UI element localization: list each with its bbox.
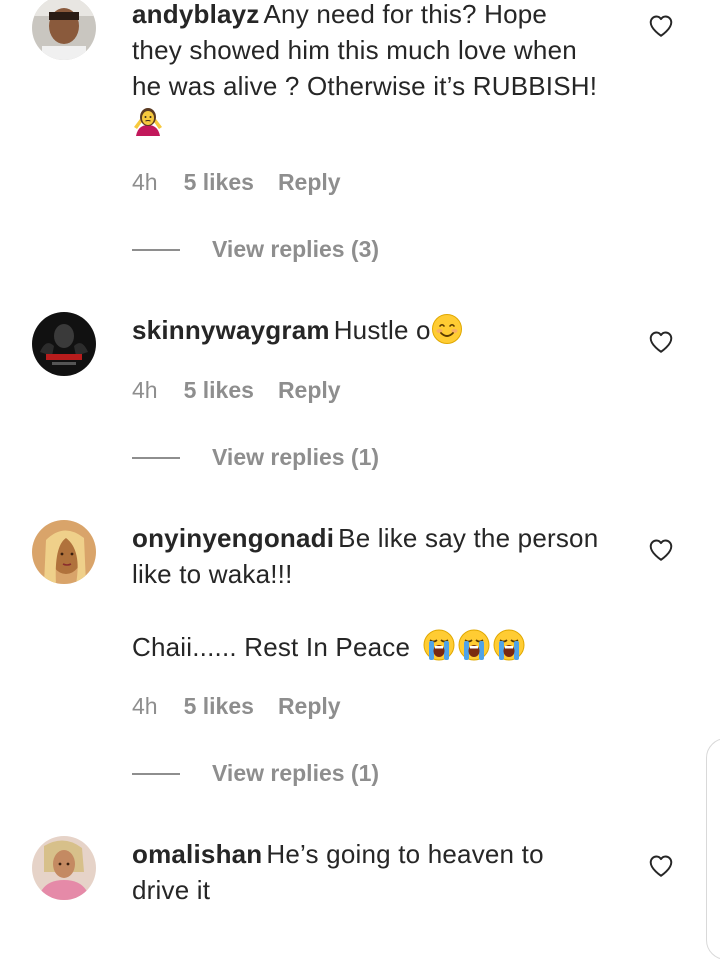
divider <box>132 773 180 775</box>
comment-time: 4h <box>132 377 158 403</box>
divider <box>132 457 180 459</box>
view-replies-label: View replies (1) <box>212 444 380 470</box>
comment-username[interactable]: onyinyengonadi <box>132 523 334 553</box>
heart-outline-icon[interactable] <box>648 329 674 355</box>
person-shrugging-emoji <box>132 105 164 146</box>
avatar[interactable] <box>32 0 96 60</box>
comment-username[interactable]: skinnywaygram <box>132 315 330 345</box>
reply-button[interactable]: Reply <box>278 377 341 403</box>
comment-meta: 4h 5 likes Reply <box>132 375 341 405</box>
comment-body: Any need for this? Hope <box>263 0 548 29</box>
comment-text: omalishan He’s going to heaven to drive i… <box>132 836 622 908</box>
avatar[interactable] <box>32 312 96 376</box>
comment-body: they showed him this much love when <box>132 35 577 65</box>
comment-body: he was alive ? Otherwise it’s RUBBISH! <box>132 71 598 101</box>
comment-username[interactable]: andyblayz <box>132 0 260 29</box>
comment-body: Hustle o <box>333 315 431 345</box>
heart-outline-icon[interactable] <box>648 537 674 563</box>
smiling-face-emoji <box>431 313 463 354</box>
comment-time: 4h <box>132 169 158 195</box>
avatar[interactable] <box>32 836 96 900</box>
likes-count[interactable]: 5 likes <box>184 377 254 403</box>
comment-body: Chaii...... Rest In Peace <box>132 632 411 662</box>
likes-count[interactable]: 5 likes <box>184 169 254 195</box>
avatar[interactable] <box>32 520 96 584</box>
heart-outline-icon[interactable] <box>648 13 674 39</box>
comment-meta: 4h 5 likes Reply <box>132 167 341 197</box>
heart-outline-icon[interactable] <box>648 853 674 879</box>
comment-time: 4h <box>132 693 158 719</box>
comment-username[interactable]: omalishan <box>132 839 262 869</box>
partially-visible-panel <box>706 738 720 960</box>
comment-body: He’s going to heaven to <box>266 839 544 869</box>
divider <box>132 249 180 251</box>
comment-meta: 4h 5 likes Reply <box>132 691 341 721</box>
loudly-crying-face-emoji <box>422 628 526 671</box>
comment-body: like to waka!!! <box>132 559 293 589</box>
comment-text: skinnywaygram Hustle o <box>132 312 622 354</box>
likes-count[interactable]: 5 likes <box>184 693 254 719</box>
reply-button[interactable]: Reply <box>278 169 341 195</box>
comment-text: andyblayz Any need for this? Hope they sh… <box>132 0 622 146</box>
comment-text: onyinyengonadi Be like say the person lik… <box>132 520 622 671</box>
comment-body: Be like say the person <box>338 523 599 553</box>
comment-body: drive it <box>132 875 211 905</box>
reply-button[interactable]: Reply <box>278 693 341 719</box>
view-replies-label: View replies (1) <box>212 760 380 786</box>
view-replies-label: View replies (3) <box>212 236 380 262</box>
